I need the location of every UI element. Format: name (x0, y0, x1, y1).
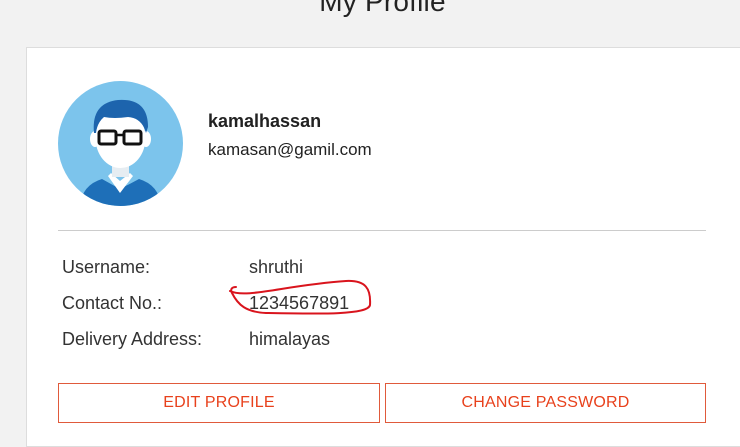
user-avatar-icon (58, 81, 183, 206)
detail-value: shruthi (249, 257, 304, 277)
detail-row-address: Delivery Address: himalayas (62, 329, 702, 353)
detail-label: Contact No.: (62, 293, 163, 313)
change-password-button[interactable]: CHANGE PASSWORD (385, 383, 706, 423)
detail-label: Username: (62, 257, 151, 277)
detail-value: himalayas (249, 329, 331, 349)
detail-row-contact: Contact No.: 1234567891 (62, 293, 702, 317)
page-title: My Profile (319, 0, 446, 17)
profile-name: kamalhassan (208, 111, 322, 131)
detail-value: 1234567891 (249, 293, 350, 313)
detail-row-username: Username: shruthi (62, 257, 702, 281)
divider (58, 230, 706, 231)
profile-email: kamasan@gamil.com (208, 140, 372, 159)
edit-profile-button[interactable]: EDIT PROFILE (58, 383, 380, 423)
detail-label: Delivery Address: (62, 329, 203, 349)
